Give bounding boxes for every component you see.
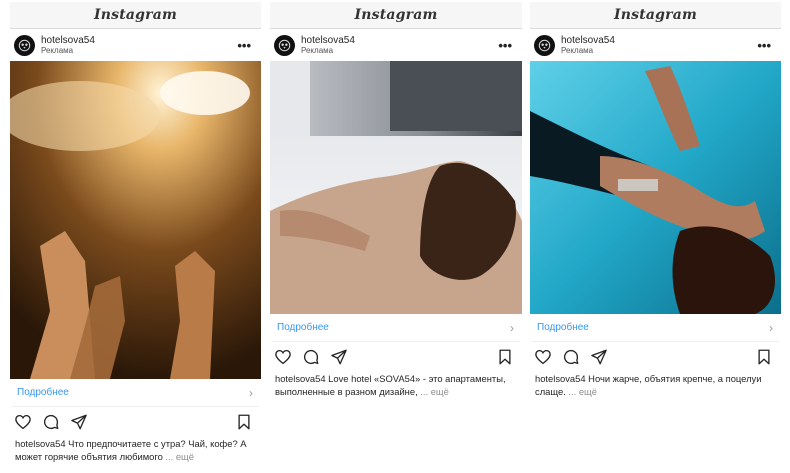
chevron-right-icon: › [510, 320, 514, 335]
username-link[interactable]: hotelsova54 [41, 35, 95, 46]
avatar[interactable] [14, 34, 35, 56]
learn-more-label: Подробнее [17, 387, 69, 398]
instagram-header: Instagram [270, 2, 522, 29]
post-caption: hotelsova54 Ночи жарче, объятия крепче, … [530, 372, 781, 398]
caption-more-link[interactable]: ... ещё [568, 386, 597, 397]
bookmark-icon[interactable] [235, 413, 253, 431]
caption-more-link[interactable]: ... ещё [165, 451, 194, 462]
post-actions [270, 342, 522, 372]
share-icon[interactable] [330, 348, 348, 366]
post-image[interactable] [10, 61, 261, 379]
instagram-logo[interactable]: Instagram [355, 7, 438, 23]
post-caption: hotelsova54 Love hotel «SOVA54» - это ап… [270, 372, 522, 398]
post-actions [10, 407, 261, 437]
comment-icon[interactable] [302, 348, 320, 366]
post-image[interactable] [270, 61, 522, 314]
more-icon[interactable]: ••• [237, 38, 251, 53]
learn-more-button[interactable]: Подробнее › [532, 314, 779, 342]
avatar[interactable] [534, 34, 555, 56]
learn-more-button[interactable]: Подробнее › [12, 379, 259, 407]
chevron-right-icon: › [769, 320, 773, 335]
instagram-header: Instagram [530, 2, 781, 29]
comment-icon[interactable] [562, 348, 580, 366]
instagram-post-3: Instagram hotelsova54 Реклама ••• Подроб… [530, 2, 781, 398]
instagram-post-2: Instagram hotelsova54 Реклама ••• Подроб… [270, 2, 522, 398]
owl-logo-icon [18, 39, 31, 51]
bookmark-icon[interactable] [755, 348, 773, 366]
avatar[interactable] [274, 34, 295, 56]
learn-more-label: Подробнее [277, 322, 329, 333]
chevron-right-icon: › [249, 385, 253, 400]
username-link[interactable]: hotelsova54 [561, 35, 615, 46]
learn-more-label: Подробнее [537, 322, 589, 333]
caption-username[interactable]: hotelsova54 [15, 438, 66, 449]
instagram-logo[interactable]: Instagram [94, 7, 177, 23]
comment-icon[interactable] [42, 413, 60, 431]
share-icon[interactable] [590, 348, 608, 366]
post-actions [530, 342, 781, 372]
sponsored-label: Реклама [301, 45, 334, 55]
post-header: hotelsova54 Реклама ••• [10, 29, 261, 61]
sponsored-label: Реклама [561, 45, 594, 55]
instagram-logo[interactable]: Instagram [614, 7, 697, 23]
caption-username[interactable]: hotelsova54 [275, 373, 326, 384]
post-header: hotelsova54 Реклама ••• [270, 29, 522, 61]
learn-more-button[interactable]: Подробнее › [272, 314, 520, 342]
instagram-header: Instagram [10, 2, 261, 29]
bookmark-icon[interactable] [496, 348, 514, 366]
sponsored-label: Реклама [41, 45, 74, 55]
like-heart-icon[interactable] [274, 348, 292, 366]
caption-username[interactable]: hotelsova54 [535, 373, 586, 384]
share-icon[interactable] [70, 413, 88, 431]
owl-logo-icon [538, 39, 551, 51]
post-image[interactable] [530, 61, 781, 314]
more-icon[interactable]: ••• [498, 38, 512, 53]
owl-logo-icon [278, 39, 291, 51]
like-heart-icon[interactable] [534, 348, 552, 366]
post-caption: hotelsova54 Что предпочитаете с утра? Ча… [10, 437, 261, 463]
caption-more-link[interactable]: ... ещё [420, 386, 449, 397]
like-heart-icon[interactable] [14, 413, 32, 431]
instagram-post-1: Instagram hotelsova54 Реклама ••• Подроб… [10, 2, 261, 463]
username-link[interactable]: hotelsova54 [301, 35, 355, 46]
post-header: hotelsova54 Реклама ••• [530, 29, 781, 61]
more-icon[interactable]: ••• [757, 38, 771, 53]
